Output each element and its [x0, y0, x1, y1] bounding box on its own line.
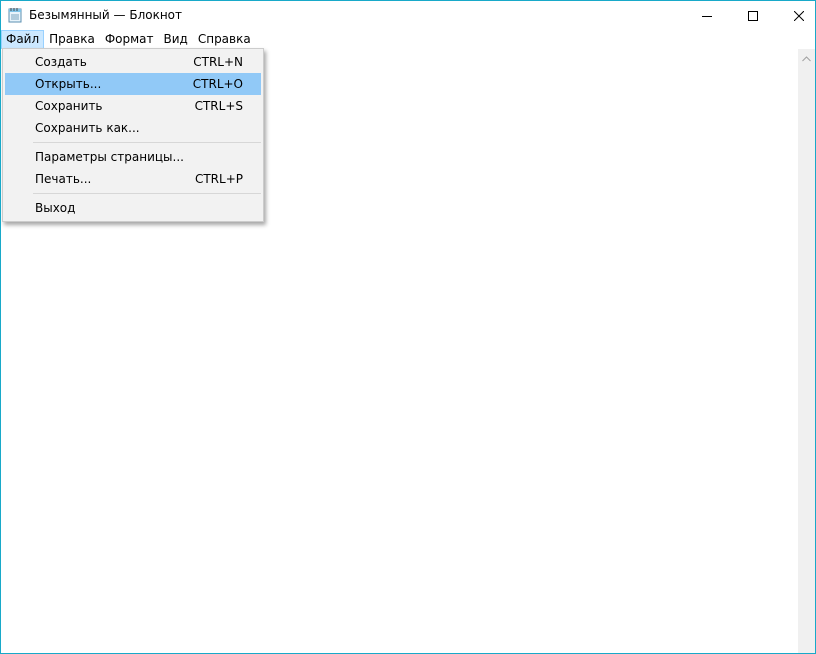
- menu-item-label: Сохранить как...: [35, 121, 140, 135]
- maximize-icon: [748, 10, 758, 21]
- menu-help[interactable]: Справка: [193, 30, 256, 49]
- menu-bar: Файл Правка Формат Вид Справка: [1, 30, 815, 49]
- menu-item-label: Сохранить: [35, 99, 103, 113]
- close-icon: [794, 10, 804, 21]
- menu-separator: [33, 142, 261, 143]
- menu-item-new[interactable]: Создать CTRL+N: [5, 51, 261, 73]
- menu-item-open[interactable]: Открыть... CTRL+O: [5, 73, 261, 95]
- menu-file[interactable]: Файл: [1, 30, 45, 49]
- notepad-window: Безымянный — Блокнот Файл Правка Формат …: [0, 0, 816, 654]
- menu-separator: [33, 193, 261, 194]
- menu-item-label: Печать...: [35, 172, 92, 186]
- scroll-up-button[interactable]: [798, 49, 815, 66]
- menu-item-save-as[interactable]: Сохранить как...: [5, 117, 261, 139]
- file-menu-dropdown: Создать CTRL+N Открыть... CTRL+O Сохрани…: [2, 48, 264, 222]
- close-button[interactable]: [776, 1, 815, 30]
- window-title: Безымянный — Блокнот: [29, 8, 183, 22]
- menu-item-label: Выход: [35, 201, 76, 215]
- menu-item-print[interactable]: Печать... CTRL+P: [5, 168, 261, 190]
- menu-item-label: Параметры страницы...: [35, 150, 184, 164]
- menu-item-shortcut: CTRL+P: [194, 172, 243, 186]
- menu-item-label: Создать: [35, 55, 87, 69]
- menu-item-shortcut: CTRL+S: [194, 99, 243, 113]
- menu-item-exit[interactable]: Выход: [5, 197, 261, 219]
- menu-edit[interactable]: Правка: [44, 30, 100, 49]
- vertical-scrollbar[interactable]: [798, 49, 815, 653]
- menu-item-save[interactable]: Сохранить CTRL+S: [5, 95, 261, 117]
- maximize-button[interactable]: [730, 1, 776, 30]
- minimize-button[interactable]: [684, 1, 730, 30]
- menu-view[interactable]: Вид: [159, 30, 193, 49]
- menu-item-label: Открыть...: [35, 77, 102, 91]
- menu-item-shortcut: CTRL+O: [192, 77, 243, 91]
- menu-item-shortcut: CTRL+N: [193, 55, 243, 69]
- chevron-up-icon: [802, 51, 811, 65]
- menu-format[interactable]: Формат: [100, 30, 159, 49]
- minimize-icon: [702, 11, 712, 21]
- title-bar[interactable]: Безымянный — Блокнот: [1, 1, 815, 30]
- menu-item-page-setup[interactable]: Параметры страницы...: [5, 146, 261, 168]
- notepad-icon: [8, 7, 22, 23]
